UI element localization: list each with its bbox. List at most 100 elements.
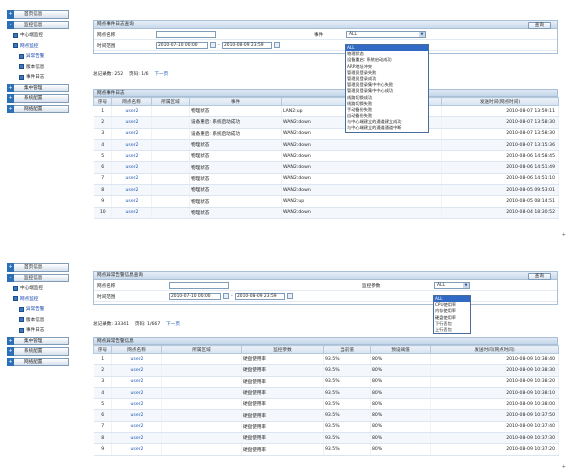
table-row[interactable]: 2 user2 硬盘使用率 93.5% 80% 2010-08-09 10:38:30: [93, 364, 559, 377]
table-cell: 硬盘使用率: [241, 376, 324, 388]
sidebar-item[interactable]: 中心端监控: [13, 284, 77, 293]
site-name-link[interactable]: user2: [111, 353, 162, 366]
table-cell: [161, 353, 242, 366]
site-name-link[interactable]: user2: [111, 184, 152, 197]
name-row: 网点名称 事件 ALL ▼: [94, 29, 557, 40]
site-name-link[interactable]: user2: [111, 398, 162, 411]
expand-icon[interactable]: +: [7, 263, 14, 272]
expand-icon[interactable]: +: [7, 83, 14, 92]
site-name-link[interactable]: user2: [111, 409, 162, 422]
dropdown-option[interactable]: 与中心端建立的通道通道中断: [346, 125, 428, 131]
table-row[interactable]: 4 user2 物理状态 WAN2:down 2010-08-07 13:15:36: [93, 139, 559, 152]
date-to-input[interactable]: 2010-08-09 23:59: [235, 292, 285, 300]
table-cell: 8: [93, 184, 112, 197]
site-name-link[interactable]: user2: [111, 421, 162, 434]
table-cell: 2010-08-05 09:53:01: [441, 184, 559, 197]
chevron-down-icon[interactable]: ▼: [463, 283, 469, 288]
sidebar-item[interactable]: 异常告警: [19, 305, 77, 314]
sidebar-item[interactable]: - 监控信息: [7, 273, 69, 282]
table-row[interactable]: 8 user2 物理状态 WAN2:down 2010-08-05 09:53:01: [93, 184, 559, 197]
date-from-input[interactable]: 2010-07-10 00:00: [156, 41, 208, 49]
site-name-link[interactable]: user2: [111, 207, 152, 219]
site-name-link[interactable]: user2: [111, 105, 152, 118]
table-row[interactable]: 1 user2 物理状态 LAN2:up 2010-08-07 13:59:11: [93, 105, 559, 118]
sidebar-item[interactable]: + 集中管理: [7, 336, 69, 345]
sidebar-item[interactable]: + 系统配置: [7, 347, 69, 356]
next-page-link[interactable]: 下一页: [154, 72, 168, 77]
site-name-link[interactable]: user2: [111, 364, 162, 377]
table-row[interactable]: 3 user2 硬盘使用率 93.5% 80% 2010-08-09 10:38:20: [93, 376, 559, 388]
event-select[interactable]: ALL ▼: [346, 31, 426, 38]
site-name-link[interactable]: user2: [111, 443, 162, 456]
sidebar-item[interactable]: 事件日志: [19, 326, 77, 335]
dropdown-option[interactable]: 上行丢包: [434, 327, 470, 333]
calendar-icon[interactable]: [210, 42, 216, 48]
expand-icon[interactable]: +: [7, 94, 14, 103]
query-button[interactable]: 查询: [527, 272, 551, 280]
query-button[interactable]: 查询: [527, 21, 551, 29]
collapse-icon[interactable]: -: [7, 20, 14, 29]
table-row[interactable]: 10 user2 物理状态 WAN2:down 2010-08-04 18:30:52: [93, 207, 559, 219]
site-name-link[interactable]: user2: [111, 139, 152, 152]
sidebar-item[interactable]: 中心端监控: [13, 31, 77, 40]
sidebar-item[interactable]: + 集中管理: [7, 83, 69, 92]
table-row[interactable]: 1 user2 硬盘使用率 93.5% 80% 2010-08-09 10:38:40: [93, 353, 559, 366]
expand-icon[interactable]: +: [7, 347, 14, 356]
param-dropdown-list[interactable]: ALL CPU使用率 内存使用率 硬盘使用率 下行丢包 上行丢包: [433, 295, 471, 335]
table-row[interactable]: 2 user2 设备重启: 系统启动成功 WAN2:down 2010-08-07 13…: [93, 116, 559, 129]
table-row[interactable]: 6 user2 硬盘使用率 93.5% 80% 2010-08-09 10:37:50: [93, 409, 559, 422]
sidebar-item[interactable]: + 系统配置: [7, 94, 69, 103]
table-row[interactable]: 7 user2 物理状态 WAN2:down 2010-08-06 14:51:10: [93, 173, 559, 186]
site-name-link[interactable]: user2: [111, 376, 162, 388]
expand-icon[interactable]: +: [7, 357, 14, 366]
param-select[interactable]: ALL ▼: [434, 282, 470, 289]
table-row[interactable]: 5 user2 物理状态 WAN2:down 2010-08-06 14:58:45: [93, 150, 559, 163]
sidebar-item[interactable]: + 网络配置: [7, 357, 69, 366]
column-header: 序号: [93, 345, 112, 354]
sidebar-item[interactable]: + 首页信息: [7, 10, 69, 19]
table-row[interactable]: 3 user2 设备重启: 系统启动成功 WAN2:down 2010-08-07 13…: [93, 128, 559, 140]
table-row[interactable]: 9 user2 物理状态 WAN2:up 2010-08-05 08:14:51: [93, 195, 559, 208]
table-row[interactable]: 9 user2 硬盘使用率 93.5% 80% 2010-08-09 10:37:20: [93, 443, 559, 456]
table-row[interactable]: 8 user2 硬盘使用率 93.5% 80% 2010-08-09 10:37:30: [93, 432, 559, 445]
site-name-link[interactable]: user2: [111, 128, 152, 140]
expand-icon[interactable]: +: [7, 10, 14, 19]
calendar-icon[interactable]: [223, 293, 229, 299]
table-row[interactable]: 6 user2 物理状态 WAN2:down 2010-08-06 14:51:49: [93, 161, 559, 174]
table-row[interactable]: 7 user2 硬盘使用率 93.5% 80% 2010-08-09 10:37:40: [93, 421, 559, 434]
table-cell: [161, 387, 242, 400]
sidebar-item[interactable]: 异常告警: [19, 52, 77, 61]
sidebar-item[interactable]: 网点监控: [13, 42, 77, 51]
name-input[interactable]: [169, 281, 229, 289]
expand-icon[interactable]: +: [7, 104, 14, 113]
name-input[interactable]: [156, 30, 216, 38]
site-name-link[interactable]: user2: [111, 432, 162, 445]
sidebar-item[interactable]: 网点监控: [13, 295, 77, 304]
sidebar-item[interactable]: + 网络配置: [7, 104, 69, 113]
calendar-icon[interactable]: [287, 293, 293, 299]
sidebar-item[interactable]: 版本信息: [19, 316, 77, 325]
sidebar-item[interactable]: 版本信息: [19, 63, 77, 72]
site-name-link[interactable]: user2: [111, 387, 162, 400]
site-name-link[interactable]: user2: [111, 161, 152, 174]
collapse-icon[interactable]: -: [7, 273, 14, 282]
table-cell: 物理状态: [189, 195, 282, 208]
date-from-input[interactable]: 2010-07-10 00:00: [169, 292, 221, 300]
site-name-link[interactable]: user2: [111, 150, 152, 163]
expand-icon[interactable]: +: [7, 336, 14, 345]
event-dropdown-list[interactable]: ALL 物理状态 设备重启: 系统启动成功 ARP地址冲突 管理员登录失败 管理员登录成功…: [345, 44, 429, 133]
site-name-link[interactable]: user2: [111, 116, 152, 129]
chevron-down-icon[interactable]: ▼: [419, 32, 425, 37]
date-to-input[interactable]: 2010-08-09 23:59: [222, 41, 272, 49]
site-name-link[interactable]: user2: [111, 195, 152, 208]
site-name-link[interactable]: user2: [111, 173, 152, 186]
sidebar-item[interactable]: + 首页信息: [7, 263, 69, 272]
calendar-icon[interactable]: [274, 42, 280, 48]
table-cell: 2010-08-06 14:51:10: [441, 173, 559, 186]
next-page-link[interactable]: 下一页: [166, 322, 180, 327]
table-row[interactable]: 5 user2 硬盘使用率 93.5% 80% 2010-08-09 10:38:00: [93, 398, 559, 411]
sidebar-item[interactable]: 事件日志: [19, 73, 77, 82]
table-cell: 硬盘使用率: [241, 398, 324, 411]
sidebar-item[interactable]: - 监控信息: [7, 20, 69, 29]
table-row[interactable]: 4 user2 硬盘使用率 93.5% 80% 2010-08-09 10:38:10: [93, 387, 559, 400]
